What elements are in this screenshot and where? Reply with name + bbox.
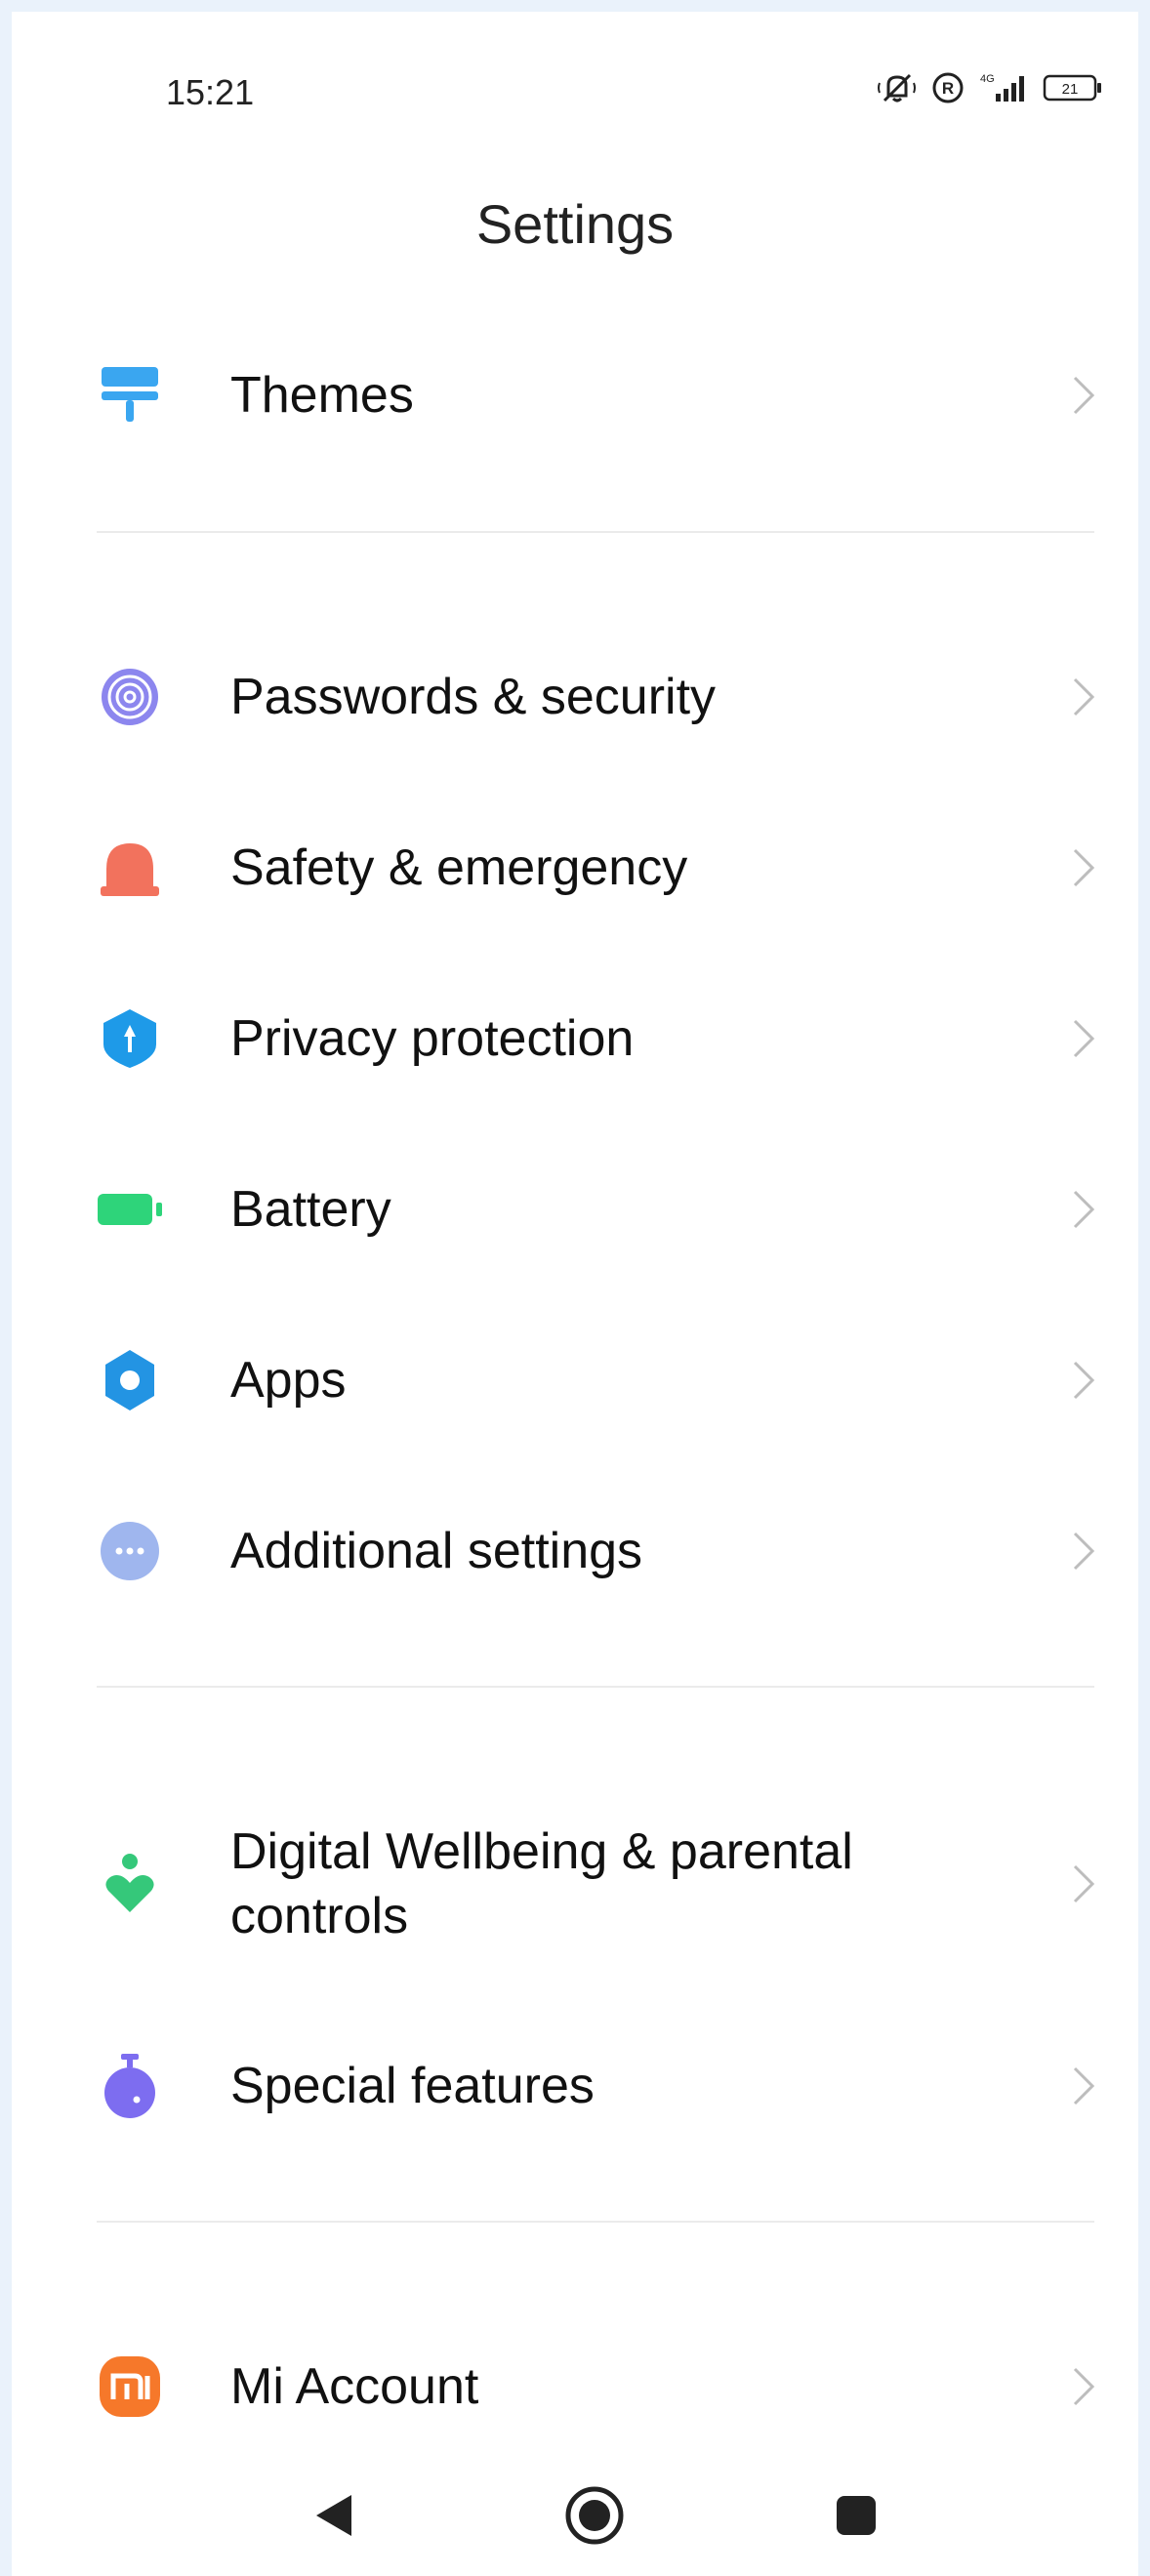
chevron-right-icon xyxy=(1064,366,1103,425)
settings-item-label: Mi Account xyxy=(230,2358,479,2415)
mi-logo-icon xyxy=(95,2351,165,2422)
battery-icon: 21 xyxy=(1043,73,1103,102)
battery-icon xyxy=(95,1174,165,1245)
chevron-right-icon xyxy=(1064,1351,1103,1410)
alarm-light-icon xyxy=(95,833,165,903)
section-divider xyxy=(97,1686,1094,1688)
settings-item-privacy-protection[interactable]: Privacy protection xyxy=(12,965,1138,1112)
section-divider xyxy=(97,531,1094,533)
settings-item-label: Safety & emergency xyxy=(230,839,688,896)
settings-item-label: Passwords & security xyxy=(230,669,717,725)
settings-screen: 15:21 R 4G 21 Settings Themes Passwords … xyxy=(12,12,1138,2576)
stopwatch-icon xyxy=(95,2051,165,2121)
settings-item-passwords-security[interactable]: Passwords & security xyxy=(12,624,1138,770)
section-divider xyxy=(97,2221,1094,2223)
wellbeing-heart-icon xyxy=(95,1849,165,1919)
back-icon[interactable] xyxy=(300,2481,368,2550)
home-icon[interactable] xyxy=(560,2481,629,2550)
settings-item-label: Themes xyxy=(230,367,414,424)
more-dots-icon xyxy=(95,1516,165,1586)
status-time: 15:21 xyxy=(166,72,255,112)
settings-item-label-line2: controls xyxy=(230,1888,409,1944)
fingerprint-icon xyxy=(95,662,165,732)
status-bar: 15:21 R 4G 21 xyxy=(12,12,1138,158)
battery-level: 21 xyxy=(1062,81,1079,98)
settings-item-safety-emergency[interactable]: Safety & emergency xyxy=(12,795,1138,941)
silent-bell-icon xyxy=(877,70,918,105)
settings-item-label-line1: Digital Wellbeing & parental xyxy=(230,1823,853,1880)
recents-icon[interactable] xyxy=(822,2481,890,2550)
chevron-right-icon xyxy=(1064,2057,1103,2115)
navigation-bar xyxy=(12,2481,1138,2559)
network-type: 4G xyxy=(980,73,995,85)
chevron-right-icon xyxy=(1064,2357,1103,2416)
signal-icon: 4G xyxy=(978,70,1029,105)
settings-item-apps[interactable]: Apps xyxy=(12,1307,1138,1453)
chevron-right-icon xyxy=(1064,1009,1103,1068)
page-title: Settings xyxy=(475,193,675,255)
settings-item-label: Battery xyxy=(230,1181,391,1238)
settings-item-label: Privacy protection xyxy=(230,1010,635,1067)
settings-item-mi-account[interactable]: Mi Account xyxy=(12,2313,1138,2460)
settings-item-battery[interactable]: Battery xyxy=(12,1136,1138,1283)
chevron-right-icon xyxy=(1064,838,1103,897)
settings-item-label: Additional settings xyxy=(230,1523,643,1579)
chevron-right-icon xyxy=(1064,1522,1103,1580)
gear-icon xyxy=(95,1345,165,1415)
settings-item-label: Apps xyxy=(230,1352,347,1409)
status-icons: R 4G 21 xyxy=(877,70,1103,105)
settings-item-special-features[interactable]: Special features xyxy=(12,2013,1138,2159)
chevron-right-icon xyxy=(1064,1855,1103,1913)
shield-icon xyxy=(95,1003,165,1074)
settings-item-label: Special features xyxy=(230,2058,595,2114)
paint-roller-icon xyxy=(95,360,165,430)
registered-icon: R xyxy=(931,71,965,104)
settings-item-additional-settings[interactable]: Additional settings xyxy=(12,1478,1138,1624)
settings-item-themes[interactable]: Themes xyxy=(12,322,1138,469)
svg-text:R: R xyxy=(942,79,954,98)
settings-item-label: Digital Wellbeing & parental controls xyxy=(230,1820,1011,1948)
chevron-right-icon xyxy=(1064,668,1103,726)
chevron-right-icon xyxy=(1064,1180,1103,1239)
settings-item-digital-wellbeing[interactable]: Digital Wellbeing & parental controls xyxy=(12,1806,1138,1962)
